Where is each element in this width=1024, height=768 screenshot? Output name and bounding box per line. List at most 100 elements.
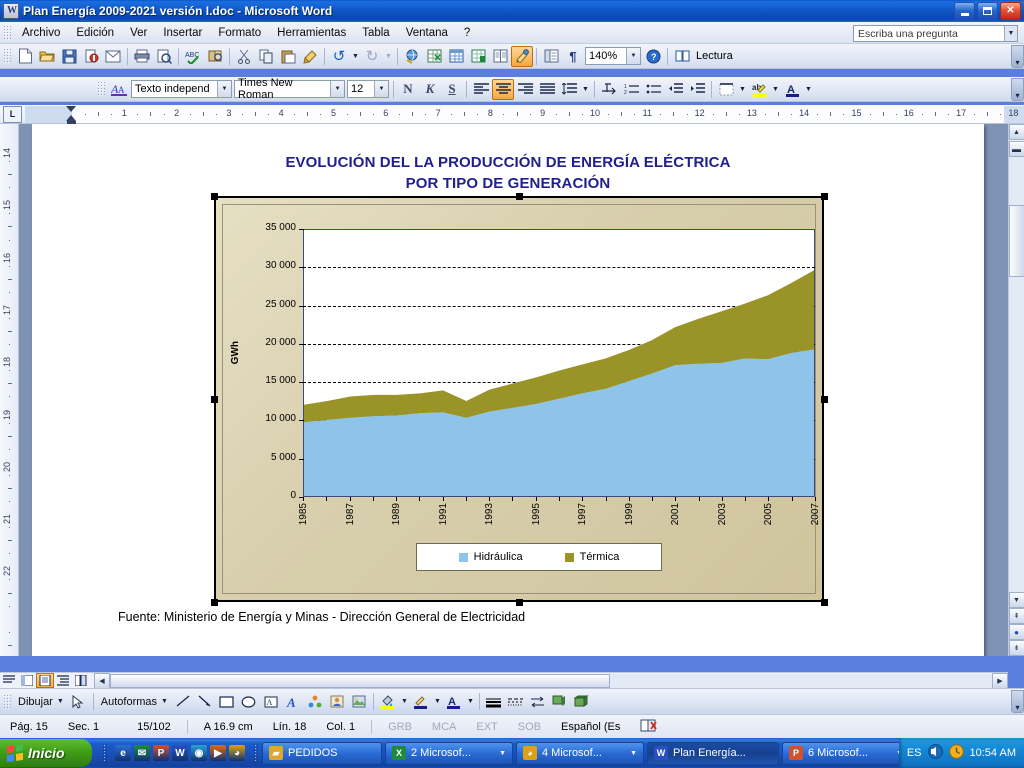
scroll-up-button[interactable]: ▲ <box>1008 124 1024 140</box>
scroll-right-button[interactable]: ▶ <box>992 672 1008 689</box>
chart-plot[interactable]: GWh 0 5 000 10 000 15 000 20 000 25 000 30 000 3… <box>216 198 826 604</box>
permission-icon[interactable] <box>80 46 102 67</box>
numbered-list-button[interactable]: 12 <box>620 79 642 100</box>
menu-herramientas[interactable]: Herramientas <box>269 24 354 42</box>
font-color-icon[interactable]: A <box>443 691 465 712</box>
resize-handle-ne[interactable] <box>821 193 828 200</box>
language-indicator[interactable]: ES <box>907 747 922 759</box>
highlight-color-button[interactable]: ab <box>748 79 770 100</box>
powerpoint-icon[interactable]: P <box>153 745 169 761</box>
line-style-icon[interactable] <box>483 691 505 712</box>
status-language[interactable]: Español (Es <box>551 721 630 733</box>
borders-dropdown-icon[interactable]: ▼ <box>737 79 748 100</box>
status-ext[interactable]: EXT <box>466 721 507 733</box>
menu-help[interactable]: ? <box>456 24 478 42</box>
font-size-combo[interactable]: 12 ▼ <box>347 80 389 98</box>
scroll-down-button[interactable]: ▼ <box>1008 592 1024 608</box>
view-outline-button[interactable] <box>54 673 72 688</box>
insert-excel-sheet-icon[interactable] <box>467 46 489 67</box>
ltr-direction-button[interactable] <box>598 79 620 100</box>
insert-hyperlink-icon[interactable] <box>401 46 423 67</box>
zoom-combo[interactable]: 140% ▼ <box>585 47 641 65</box>
internet-explorer-icon[interactable]: e <box>115 745 131 761</box>
media-icon[interactable]: ◉ <box>191 745 207 761</box>
line-spacing-button[interactable] <box>558 79 580 100</box>
line-color-icon[interactable] <box>410 691 432 712</box>
borders-button[interactable] <box>715 79 737 100</box>
resize-handle-e[interactable] <box>821 396 828 403</box>
new-document-icon[interactable] <box>14 46 36 67</box>
font-color-dropdown-icon2[interactable]: ▼ <box>465 691 476 712</box>
chevron-down-icon[interactable]: ▼ <box>630 750 637 757</box>
clock-icon[interactable]: ◕ <box>229 745 245 761</box>
align-justify-button[interactable] <box>536 79 558 100</box>
standard-toolbar-overflow-button[interactable]: ▾ <box>1011 44 1024 68</box>
select-arrow-icon[interactable] <box>68 691 90 712</box>
rectangle-icon[interactable] <box>216 691 238 712</box>
restore-button[interactable] <box>977 2 998 20</box>
clipart-icon[interactable] <box>326 691 348 712</box>
print-preview-icon[interactable] <box>153 46 175 67</box>
status-mca[interactable]: MCA <box>422 721 466 733</box>
drawing-toolbar-grip[interactable] <box>3 693 11 710</box>
chevron-down-icon[interactable]: ▼ <box>330 81 344 97</box>
ask-a-question-box[interactable]: Escriba una pregunta ▼ <box>853 25 1018 42</box>
chart-object[interactable]: GWh 0 5 000 10 000 15 000 20 000 25 000 30 000 3… <box>214 196 824 602</box>
redo-dropdown-icon[interactable]: ▼ <box>383 46 394 67</box>
chevron-down-icon[interactable]: ▼ <box>57 698 68 705</box>
vertical-scroll-thumb[interactable] <box>1008 205 1024 277</box>
resize-handle-nw[interactable] <box>211 193 218 200</box>
windows-media-player-icon[interactable]: ▶ <box>210 745 226 761</box>
resize-handle-n[interactable] <box>516 193 523 200</box>
font-combo[interactable]: Times New Roman ▼ <box>234 77 345 101</box>
previous-page-button[interactable]: ⇞ <box>1008 608 1024 624</box>
menu-tabla[interactable]: Tabla <box>354 24 398 42</box>
resize-handle-w[interactable] <box>211 396 218 403</box>
formatting-toolbar-overflow-button[interactable]: ▾ <box>1011 77 1024 101</box>
taskbar-item-powerpoint-group[interactable]: P6 Microsof...▼ <box>782 741 910 765</box>
taskbar-item-pedidos[interactable]: ▰ PEDIDOS <box>262 741 382 765</box>
line-spacing-dropdown-icon[interactable]: ▼ <box>580 79 591 100</box>
formatting-toolbar-grip[interactable] <box>97 81 105 97</box>
view-reading-layout-button[interactable] <box>72 673 90 688</box>
chevron-down-icon[interactable]: ▼ <box>1004 26 1017 41</box>
save-icon[interactable] <box>58 46 80 67</box>
scroll-left-button[interactable]: ◀ <box>94 672 110 689</box>
menu-archivo[interactable]: Archivo <box>14 24 68 42</box>
chevron-down-icon[interactable]: ▼ <box>626 48 640 64</box>
vertical-scrollbar[interactable]: ▲ ▬ ▼ ⇞ ● ⇟ <box>1008 124 1024 656</box>
diagram-icon[interactable] <box>304 691 326 712</box>
help-question-icon[interactable]: ? <box>642 46 664 67</box>
reading-layout-button[interactable]: Lectura <box>671 46 737 67</box>
research-icon[interactable] <box>204 46 226 67</box>
align-center-button[interactable] <box>492 78 514 100</box>
spelling-check-icon[interactable]: ABC <box>182 46 204 67</box>
legend-item[interactable]: Hidráulica <box>458 551 523 563</box>
tray-clock-icon[interactable] <box>948 744 964 762</box>
shadow-style-icon[interactable] <box>549 691 571 712</box>
undo-icon[interactable]: ↺ <box>328 46 350 67</box>
insert-table-icon[interactable] <box>445 46 467 67</box>
horizontal-ruler-track[interactable]: 1 2 3 4 5 6 7 8 9 10 11 12 13 14 15 16 17 18 <box>25 105 1024 124</box>
columns-icon[interactable] <box>489 46 511 67</box>
split-document-button[interactable]: ▬ <box>1008 141 1024 157</box>
text-box-icon[interactable]: A <box>260 691 282 712</box>
wordart-icon[interactable]: A <box>282 691 304 712</box>
bulleted-list-button[interactable] <box>642 79 664 100</box>
arrow-icon[interactable] <box>194 691 216 712</box>
italic-button[interactable]: K <box>419 79 441 100</box>
menu-grip-handle[interactable] <box>3 24 11 41</box>
undo-dropdown-icon[interactable]: ▼ <box>350 46 361 67</box>
taskbar-item-excel-group[interactable]: X 2 Microsof... ▼ <box>385 741 513 765</box>
copy-icon[interactable] <box>255 46 277 67</box>
dash-style-icon[interactable] <box>505 691 527 712</box>
fill-color-dropdown-icon[interactable]: ▼ <box>399 691 410 712</box>
menu-edicion[interactable]: Edición <box>68 24 122 42</box>
draw-menu-button[interactable]: Dibujar <box>14 696 57 708</box>
resize-handle-s[interactable] <box>516 599 523 606</box>
horizontal-scroll-track[interactable] <box>610 673 992 688</box>
menu-formato[interactable]: Formato <box>210 24 269 42</box>
taskbar-grip[interactable] <box>253 743 258 763</box>
start-button[interactable]: Inicio <box>0 739 92 767</box>
font-color-dropdown-icon[interactable]: ▼ <box>803 79 814 100</box>
